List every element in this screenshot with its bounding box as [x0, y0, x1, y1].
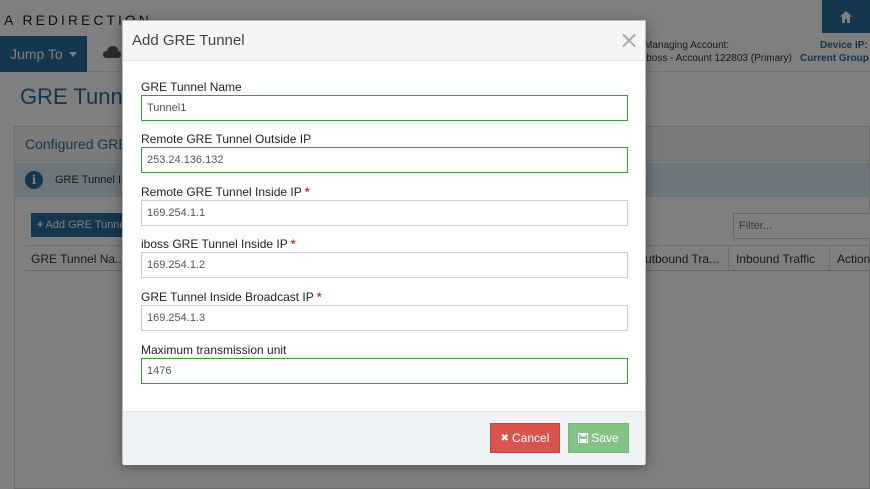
remote-inside-ip-input[interactable] [141, 200, 628, 226]
dialog-header: Add GRE Tunnel × [123, 21, 645, 61]
remote-outside-ip-input[interactable] [141, 147, 628, 173]
mtu-label-text: Maximum transmission unit [141, 343, 287, 357]
mtu-input[interactable] [141, 358, 628, 384]
close-icon[interactable]: × [619, 28, 639, 52]
tunnel-name-input[interactable] [141, 95, 628, 121]
iboss-inside-ip-label: iboss GRE Tunnel Inside IP * [141, 237, 296, 251]
iboss-inside-ip-label-text: iboss GRE Tunnel Inside IP [141, 237, 288, 251]
remote-outside-ip-label: Remote GRE Tunnel Outside IP [141, 132, 311, 146]
iboss-inside-ip-input[interactable] [141, 252, 628, 278]
broadcast-ip-label: GRE Tunnel Inside Broadcast IP * [141, 290, 322, 304]
tunnel-name-label: GRE Tunnel Name [141, 80, 242, 94]
cancel-button[interactable]: ✖ Cancel [490, 423, 560, 453]
broadcast-ip-label-text: GRE Tunnel Inside Broadcast IP [141, 290, 314, 304]
remote-inside-ip-label: Remote GRE Tunnel Inside IP * [141, 185, 310, 199]
save-icon [578, 433, 589, 443]
remote-inside-ip-label-text: Remote GRE Tunnel Inside IP [141, 185, 302, 199]
dialog-footer: ✖ Cancel Save [123, 411, 645, 465]
x-icon: ✖ [500, 432, 510, 444]
cancel-label: Cancel [512, 431, 550, 445]
required-marker: * [304, 185, 310, 199]
add-gre-tunnel-dialog: Add GRE Tunnel × GRE Tunnel Name Remote … [122, 20, 646, 465]
required-marker: * [316, 290, 322, 304]
broadcast-ip-input[interactable] [141, 305, 628, 331]
required-marker: * [290, 237, 296, 251]
save-label: Save [591, 431, 619, 445]
tunnel-name-label-text: GRE Tunnel Name [141, 80, 242, 94]
mtu-label: Maximum transmission unit [141, 343, 286, 357]
remote-outside-ip-label-text: Remote GRE Tunnel Outside IP [141, 132, 312, 146]
save-button[interactable]: Save [568, 423, 629, 453]
dialog-title: Add GRE Tunnel [132, 32, 245, 49]
